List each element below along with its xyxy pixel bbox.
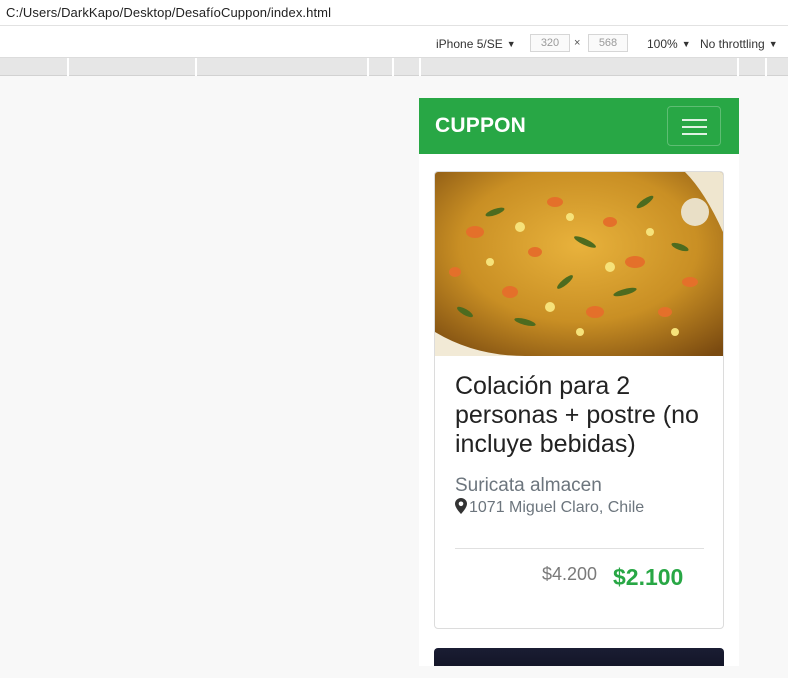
- ruler-tick: [737, 58, 739, 76]
- media-query-bar[interactable]: [0, 58, 788, 76]
- new-price: $2.100: [613, 564, 684, 590]
- shop-name: Suricata almacen: [455, 475, 602, 496]
- deal-card[interactable]: Colación para 2 personas + postre (no in…: [434, 171, 724, 629]
- device-select[interactable]: iPhone 5/SE ▼: [436, 37, 516, 51]
- width-input[interactable]: 320: [530, 34, 570, 52]
- divider: [455, 548, 704, 549]
- hamburger-icon: [682, 126, 707, 128]
- browser-url-bar[interactable]: C:/Users/DarkKapo/Desktop/DesafíoCuppon/…: [0, 0, 788, 26]
- zoom-select[interactable]: 100% ▼: [647, 37, 691, 51]
- next-deal-card[interactable]: [434, 648, 724, 666]
- ruler-tick: [67, 58, 69, 76]
- menu-toggle-button[interactable]: [667, 106, 721, 146]
- throttle-label: No throttling: [700, 37, 765, 51]
- caret-down-icon: ▼: [506, 39, 516, 49]
- address-text: 1071 Miguel Claro, Chile: [469, 499, 645, 516]
- height-input[interactable]: 568: [588, 34, 628, 52]
- caret-down-icon: ▼: [681, 39, 691, 49]
- deal-title[interactable]: Colación para 2 personas + postre (no in…: [455, 372, 710, 459]
- ruler-tick: [392, 58, 394, 76]
- dimension-separator: ×: [574, 37, 581, 49]
- hamburger-icon: [682, 119, 707, 121]
- ruler-tick: [419, 58, 421, 76]
- ruler-tick: [765, 58, 767, 76]
- url-path[interactable]: C:/Users/DarkKapo/Desktop/DesafíoCuppon/…: [6, 5, 331, 20]
- map-marker-icon: [455, 498, 467, 514]
- device-label: iPhone 5/SE: [436, 37, 503, 51]
- food-photo: [435, 172, 723, 356]
- ruler-tick: [195, 58, 197, 76]
- caret-down-icon: ▼: [768, 39, 778, 49]
- hamburger-icon: [682, 133, 707, 135]
- navbar: CUPPON: [419, 98, 739, 154]
- zoom-label: 100%: [647, 37, 678, 51]
- old-price: $4.200: [542, 564, 598, 584]
- throttle-select[interactable]: No throttling ▼: [700, 37, 778, 51]
- device-viewport: CUPPON Colación para 2 personas + postre…: [419, 98, 739, 666]
- shop-address: 1071 Miguel Claro, Chile: [455, 498, 644, 517]
- ruler-tick: [367, 58, 369, 76]
- brand-logo[interactable]: CUPPON: [435, 114, 526, 138]
- device-toolbar: iPhone 5/SE ▼ 320 × 568 100% ▼ No throttli…: [0, 26, 788, 58]
